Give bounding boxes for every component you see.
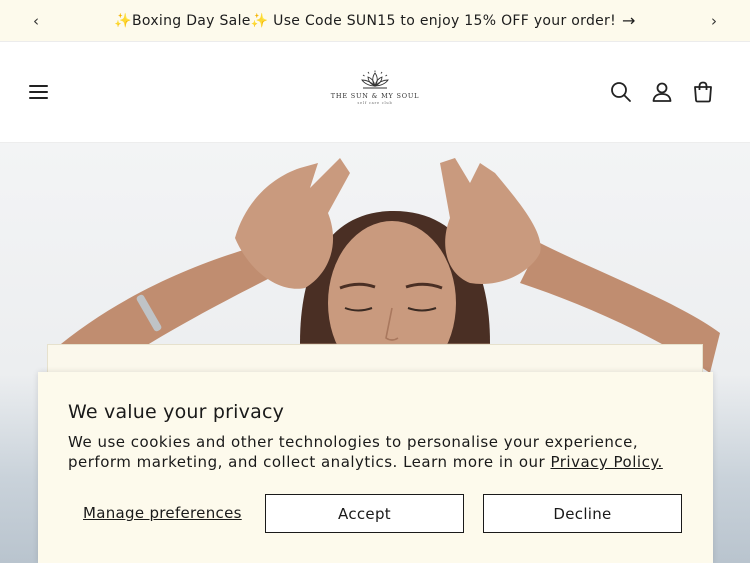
announcement-bar: ‹ ✨Boxing Day Sale✨ Use Code SUN15 to en…	[0, 0, 750, 42]
cart-icon[interactable]	[691, 80, 715, 104]
privacy-policy-link[interactable]: Privacy Policy.	[550, 453, 662, 471]
account-icon[interactable]	[650, 80, 674, 104]
previous-announcement-button[interactable]: ‹	[18, 0, 54, 42]
announcement-text: ✨Boxing Day Sale✨ Use Code SUN15 to enjo…	[114, 12, 617, 29]
accept-button[interactable]: Accept	[265, 494, 464, 533]
logo-subtext: self care club	[357, 101, 393, 105]
arrow-right-icon: →	[622, 11, 636, 30]
site-header: THE SUN & MY SOUL self care club	[0, 42, 750, 143]
chevron-left-icon: ‹	[33, 12, 39, 30]
search-icon[interactable]	[609, 80, 633, 104]
lotus-logo-icon	[361, 70, 389, 89]
next-announcement-button[interactable]: ›	[696, 0, 732, 42]
manage-preferences-link[interactable]: Manage preferences	[83, 504, 242, 522]
menu-icon[interactable]	[28, 81, 50, 103]
logo-text: THE SUN & MY SOUL	[330, 92, 420, 100]
decline-button[interactable]: Decline	[483, 494, 682, 533]
cookie-banner-body: We use cookies and other technologies to…	[68, 432, 683, 472]
announcement-link[interactable]: ✨Boxing Day Sale✨ Use Code SUN15 to enjo…	[114, 11, 635, 30]
chevron-right-icon: ›	[711, 12, 717, 30]
cookie-consent-banner: We value your privacy We use cookies and…	[38, 372, 713, 563]
site-logo[interactable]: THE SUN & MY SOUL self care club	[330, 70, 420, 118]
cookie-banner-title: We value your privacy	[68, 401, 285, 423]
